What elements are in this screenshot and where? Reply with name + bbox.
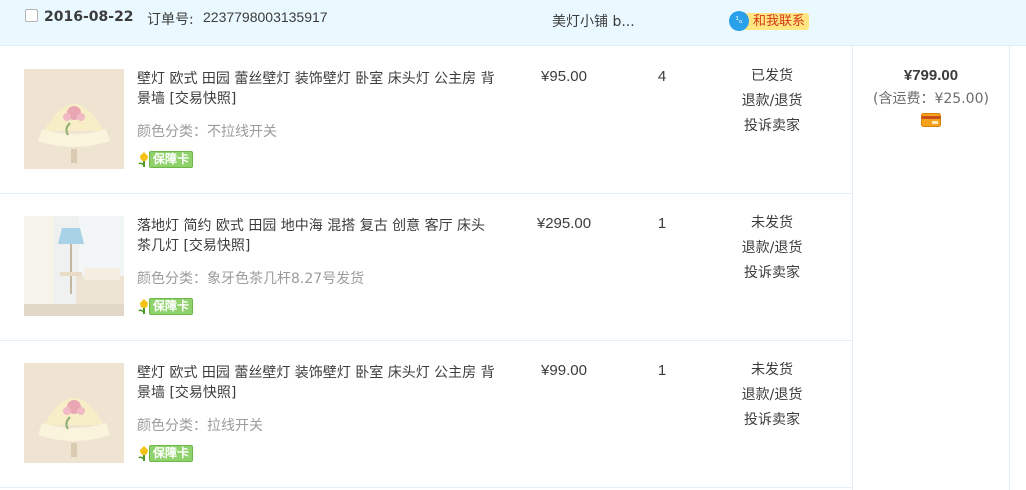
order-header: 2016-08-22 订单号: 2237798003135917 美灯小铺 b.… <box>0 0 1026 46</box>
contact-seller-label: 和我联系 <box>745 12 810 30</box>
quantity: 1 <box>657 215 667 232</box>
product-variant: 颜色分类：象牙色茶几杆8.27号发货 <box>137 271 365 287</box>
guarantee-card-badge[interactable]: 保障卡 <box>137 444 194 462</box>
guarantee-card-label: 保障卡 <box>149 444 194 462</box>
item-actions: 未发货 退款/退货 投诉卖家 <box>730 358 814 433</box>
product-title-link[interactable]: 壁灯 欧式 田园 蕾丝壁灯 装饰壁灯 卧室 床头灯 公主房 背景墙 [交易快照] <box>137 363 502 403</box>
product-thumbnail[interactable] <box>24 216 124 316</box>
order-item-row: 壁灯 欧式 田园 蕾丝壁灯 装饰壁灯 卧室 床头灯 公主房 背景墙 [交易快照]… <box>0 47 852 193</box>
unit-price: ¥295.00 <box>536 215 592 232</box>
complain-link[interactable]: 投诉卖家 <box>730 114 814 139</box>
order-date: 2016-08-22 <box>44 9 134 25</box>
guarantee-card-label: 保障卡 <box>149 297 194 315</box>
order-number: 2237798003135917 <box>203 9 328 25</box>
wangwang-chat-icon: ¹ₒ <box>729 11 749 31</box>
unit-price: ¥95.00 <box>541 68 587 85</box>
wallet-card-icon[interactable] <box>921 113 941 127</box>
product-title-link[interactable]: 壁灯 欧式 田园 蕾丝壁灯 装饰壁灯 卧室 床头灯 公主房 背景墙 [交易快照] <box>137 69 502 109</box>
order-select-checkbox[interactable] <box>25 9 38 22</box>
refund-link[interactable]: 退款/退货 <box>730 89 814 114</box>
order-total: ¥799.00 <box>903 67 959 84</box>
order-number-label: 订单号: <box>147 12 194 28</box>
order-item-row: 落地灯 简约 欧式 田园 地中海 混搭 复古 创意 客厅 床头 茶几灯 [交易快… <box>0 194 852 340</box>
product-thumbnail[interactable] <box>24 363 124 463</box>
quantity: 1 <box>657 362 667 379</box>
product-title-link[interactable]: 落地灯 简约 欧式 田园 地中海 混搭 复古 创意 客厅 床头 茶几灯 [交易快… <box>137 216 502 256</box>
quantity: 4 <box>657 68 667 85</box>
shipping-status: 未发货 <box>751 362 793 378</box>
guarantee-card-badge[interactable]: 保障卡 <box>137 150 194 168</box>
guarantee-card-badge[interactable]: 保障卡 <box>137 297 194 315</box>
item-actions: 已发货 退款/退货 投诉卖家 <box>730 64 814 139</box>
shipping-status: 已发货 <box>751 68 793 84</box>
item-actions: 未发货 退款/退货 投诉卖家 <box>730 211 814 286</box>
column-divider <box>1009 46 1010 490</box>
order-summary: ¥799.00 (含运费：¥25.00) <box>853 46 1009 131</box>
refund-link[interactable]: 退款/退货 <box>730 383 814 408</box>
order-item-row: 壁灯 欧式 田园 蕾丝壁灯 装饰壁灯 卧室 床头灯 公主房 背景墙 [交易快照]… <box>0 341 852 487</box>
product-variant: 颜色分类：不拉线开关 <box>137 124 277 140</box>
complain-link[interactable]: 投诉卖家 <box>730 261 814 286</box>
shop-name-link[interactable]: 美灯小铺 b... <box>552 11 635 31</box>
shipping-fee: (含运费：¥25.00) <box>873 91 989 107</box>
contact-seller-button[interactable]: ¹ₒ 和我联系 <box>729 11 810 31</box>
shipping-status: 未发货 <box>751 215 793 231</box>
refund-link[interactable]: 退款/退货 <box>730 236 814 261</box>
unit-price: ¥99.00 <box>541 362 587 379</box>
row-divider <box>0 487 852 488</box>
complain-link[interactable]: 投诉卖家 <box>730 408 814 433</box>
product-variant: 颜色分类：拉线开关 <box>137 418 263 434</box>
product-thumbnail[interactable] <box>24 69 124 169</box>
guarantee-card-label: 保障卡 <box>149 150 194 168</box>
